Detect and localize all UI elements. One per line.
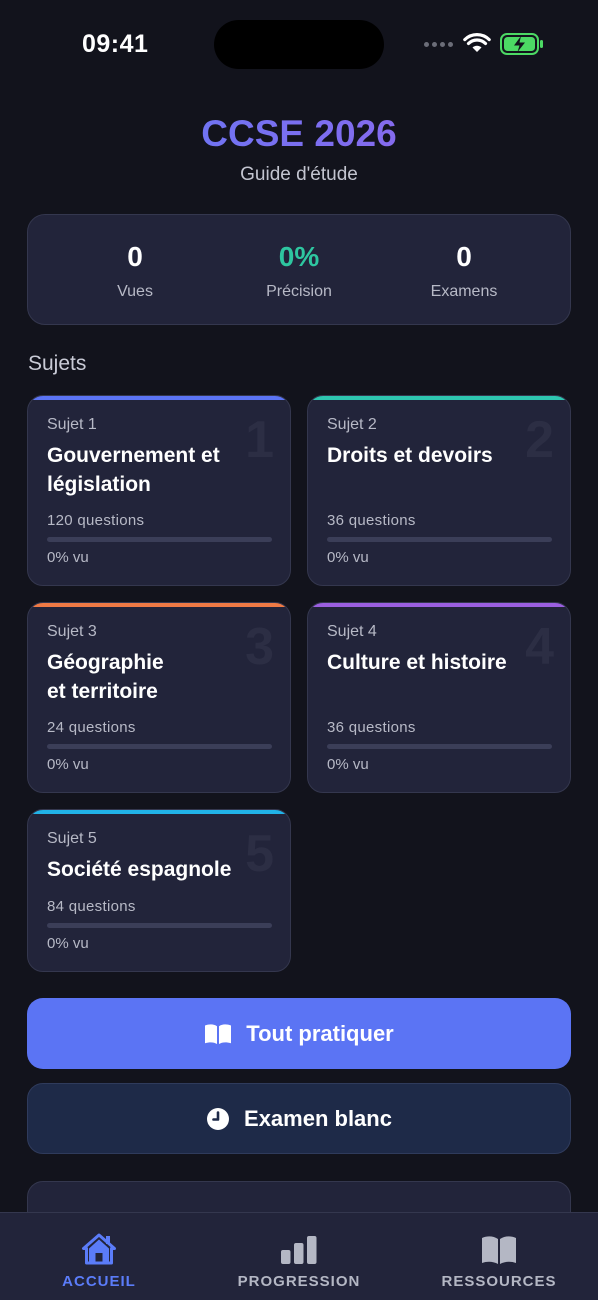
subject-name: Culture et histoire xyxy=(327,651,507,674)
subject-name: Société espagnole xyxy=(47,858,232,881)
tab-bar: ACCUEIL PROGRESSION RESSOURCES xyxy=(0,1212,598,1300)
subject-progress-bar xyxy=(327,537,552,542)
subject-progress-text: 0% vu xyxy=(47,935,89,952)
card-accent-bar xyxy=(308,603,570,607)
subject-progress-text: 0% vu xyxy=(47,549,89,566)
subject-progress-text: 0% vu xyxy=(327,549,369,566)
subject-eyebrow: Sujet 2 xyxy=(327,416,377,433)
stat-exams: 0 Examens xyxy=(374,241,554,301)
app-subtitle: Guide d'étude xyxy=(240,164,358,185)
stat-value: 0% xyxy=(278,241,320,272)
wifi-icon xyxy=(463,33,491,52)
subject-progress-bar xyxy=(47,923,272,928)
subject-question-count: 84 questions xyxy=(47,898,136,915)
tab-home[interactable]: ACCUEIL xyxy=(9,1231,189,1290)
book-icon xyxy=(482,1236,516,1264)
status-bar: 09:41 xyxy=(0,0,598,80)
app-title: CCSE 2026 xyxy=(0,113,598,155)
stat-value: 0 xyxy=(456,241,472,272)
subject-card-4[interactable]: 4 Sujet 4 Culture et histoire 36 questio… xyxy=(307,602,571,793)
tab-label: PROGRESSION xyxy=(237,1273,361,1290)
stat-label: Vues xyxy=(117,283,153,300)
tab-resources[interactable]: RESSOURCES xyxy=(409,1231,589,1290)
subject-eyebrow: Sujet 3 xyxy=(47,623,97,640)
subject-name: Droits et devoirs xyxy=(327,444,493,467)
tab-label: ACCUEIL xyxy=(62,1273,136,1290)
subject-progress-bar xyxy=(47,537,272,542)
practice-all-button[interactable]: Tout pratiquer xyxy=(27,998,571,1069)
stat-label: Examens xyxy=(430,283,498,300)
subject-progress-bar xyxy=(47,744,272,749)
tab-label: RESSOURCES xyxy=(441,1273,557,1290)
subject-progress-text: 0% vu xyxy=(47,756,89,773)
card-accent-bar xyxy=(28,810,290,814)
mock-exam-label: Examen blanc xyxy=(244,1105,392,1131)
section-title-subjects: Sujets xyxy=(28,352,87,375)
card-accent-bar xyxy=(28,396,290,400)
subject-card-1[interactable]: 1 Sujet 1 Gouvernement et législation 12… xyxy=(27,395,291,586)
clock-icon xyxy=(207,1107,230,1130)
subject-number: 3 xyxy=(245,618,274,676)
dynamic-island xyxy=(214,20,384,69)
cellular-signal-icon xyxy=(424,42,453,47)
stats-card: 0 Vues 0% Précision 0 Examens xyxy=(27,214,571,325)
subject-name: Géographie et territoire xyxy=(47,651,164,703)
stat-label: Précision xyxy=(266,283,332,300)
tab-progress[interactable]: PROGRESSION xyxy=(209,1231,389,1290)
subject-card-5[interactable]: 5 Sujet 5 Société espagnole 84 questions… xyxy=(27,809,291,972)
card-accent-bar xyxy=(308,396,570,400)
mock-exam-button[interactable]: Examen blanc xyxy=(27,1083,571,1154)
home-icon xyxy=(82,1233,116,1265)
subject-eyebrow: Sujet 5 xyxy=(47,830,97,847)
bar-chart-icon xyxy=(281,1236,317,1264)
subject-eyebrow: Sujet 4 xyxy=(327,623,377,640)
status-time: 09:41 xyxy=(82,30,149,58)
subject-question-count: 36 questions xyxy=(327,512,416,529)
stat-views: 0 Vues xyxy=(45,241,225,301)
subject-card-3[interactable]: 3 Sujet 3 Géographie et territoire 24 qu… xyxy=(27,602,291,793)
subject-question-count: 36 questions xyxy=(327,719,416,736)
subject-question-count: 24 questions xyxy=(47,719,136,736)
subject-name: Gouvernement et législation xyxy=(47,444,220,496)
subject-eyebrow: Sujet 1 xyxy=(47,416,97,433)
stat-value: 0 xyxy=(127,241,143,272)
subject-card-2[interactable]: 2 Sujet 2 Droits et devoirs 36 questions… xyxy=(307,395,571,586)
subject-question-count: 120 questions xyxy=(47,512,145,529)
subject-progress-bar xyxy=(327,744,552,749)
book-open-icon xyxy=(205,1023,232,1044)
subject-progress-text: 0% vu xyxy=(327,756,369,773)
practice-all-label: Tout pratiquer xyxy=(246,1020,394,1046)
battery-charging-icon xyxy=(500,33,543,55)
stat-accuracy: 0% Précision xyxy=(209,241,389,301)
card-accent-bar xyxy=(28,603,290,607)
